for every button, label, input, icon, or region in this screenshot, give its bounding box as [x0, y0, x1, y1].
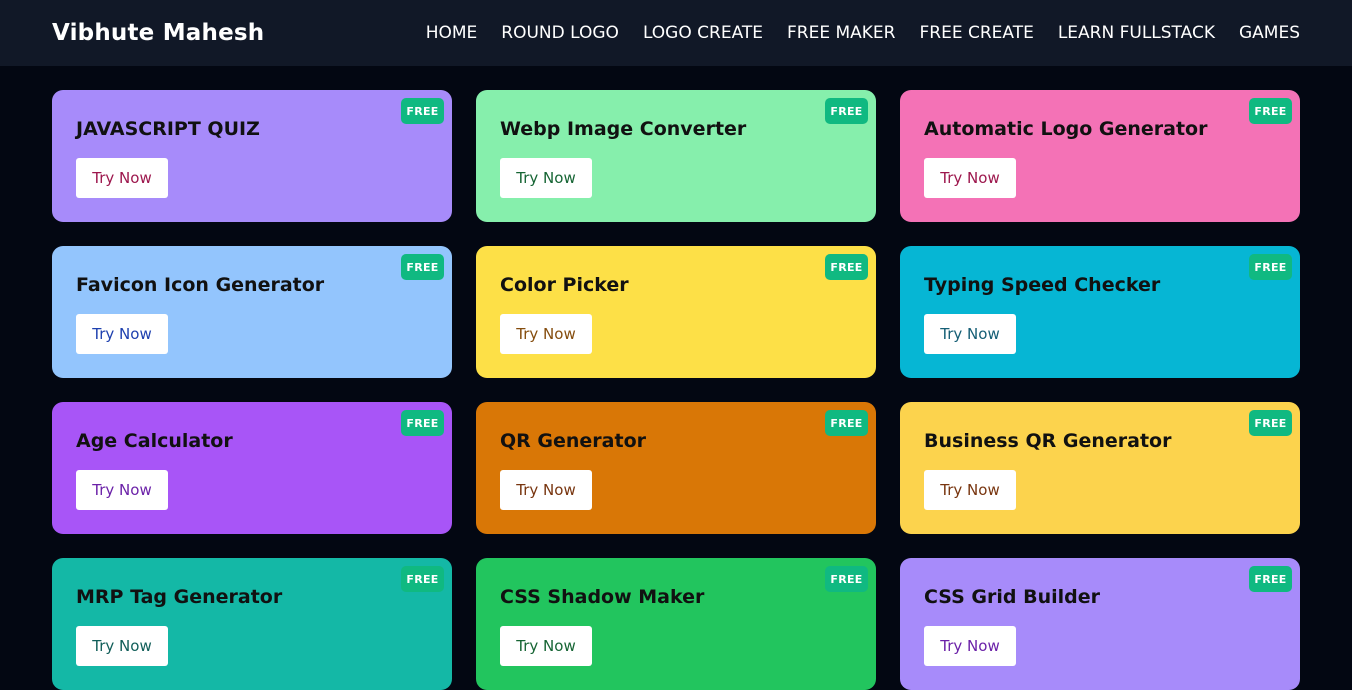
card-title: MRP Tag Generator [76, 586, 283, 608]
free-badge: FREE [825, 98, 868, 124]
nav-link-free-create[interactable]: FREE CREATE [919, 23, 1033, 43]
tool-card: FREE Webp Image Converter Try Now [476, 90, 876, 222]
free-badge: FREE [1249, 410, 1292, 436]
card-title: Business QR Generator [924, 430, 1172, 452]
free-badge: FREE [825, 566, 868, 592]
try-now-button[interactable]: Try Now [500, 158, 592, 198]
nav-link-games[interactable]: GAMES [1239, 23, 1300, 43]
free-badge: FREE [401, 410, 444, 436]
try-now-button[interactable]: Try Now [924, 626, 1016, 666]
try-now-button[interactable]: Try Now [924, 470, 1016, 510]
nav-menu: HOME ROUND LOGO LOGO CREATE FREE MAKER F… [426, 23, 1300, 43]
card-title: CSS Shadow Maker [500, 586, 705, 608]
free-badge: FREE [401, 254, 444, 280]
card-title: Webp Image Converter [500, 118, 747, 140]
free-badge: FREE [825, 254, 868, 280]
card-title: QR Generator [500, 430, 646, 452]
brand-logo[interactable]: Vibhute Mahesh [52, 20, 264, 46]
card-title: Typing Speed Checker [924, 274, 1161, 296]
free-badge: FREE [1249, 98, 1292, 124]
free-badge: FREE [401, 566, 444, 592]
tool-card: FREE CSS Grid Builder Try Now [900, 558, 1300, 690]
tool-card: FREE Typing Speed Checker Try Now [900, 246, 1300, 378]
try-now-button[interactable]: Try Now [500, 470, 592, 510]
nav-link-free-maker[interactable]: FREE MAKER [787, 23, 895, 43]
try-now-button[interactable]: Try Now [76, 626, 168, 666]
tool-card: FREE JAVASCRIPT QUIZ Try Now [52, 90, 452, 222]
free-badge: FREE [1249, 566, 1292, 592]
free-badge: FREE [1249, 254, 1292, 280]
tool-card: FREE CSS Shadow Maker Try Now [476, 558, 876, 690]
try-now-button[interactable]: Try Now [76, 314, 168, 354]
tool-card: FREE Color Picker Try Now [476, 246, 876, 378]
card-title: Color Picker [500, 274, 629, 296]
tool-card: FREE Age Calculator Try Now [52, 402, 452, 534]
try-now-button[interactable]: Try Now [924, 158, 1016, 198]
try-now-button[interactable]: Try Now [924, 314, 1016, 354]
try-now-button[interactable]: Try Now [500, 626, 592, 666]
nav-link-home[interactable]: HOME [426, 23, 478, 43]
nav-link-round-logo[interactable]: ROUND LOGO [501, 23, 619, 43]
tool-card: FREE Favicon Icon Generator Try Now [52, 246, 452, 378]
navbar: Vibhute Mahesh HOME ROUND LOGO LOGO CREA… [0, 0, 1352, 66]
free-badge: FREE [401, 98, 444, 124]
try-now-button[interactable]: Try Now [76, 470, 168, 510]
card-title: JAVASCRIPT QUIZ [76, 118, 260, 140]
card-title: CSS Grid Builder [924, 586, 1101, 608]
card-title: Automatic Logo Generator [924, 118, 1208, 140]
free-badge: FREE [825, 410, 868, 436]
nav-link-logo-create[interactable]: LOGO CREATE [643, 23, 763, 43]
card-title: Age Calculator [76, 430, 233, 452]
tool-grid: FREE JAVASCRIPT QUIZ Try Now FREE Webp I… [52, 90, 1300, 690]
nav-link-learn-fullstack[interactable]: LEARN FULLSTACK [1058, 23, 1215, 43]
tool-card: FREE MRP Tag Generator Try Now [52, 558, 452, 690]
try-now-button[interactable]: Try Now [500, 314, 592, 354]
card-title: Favicon Icon Generator [76, 274, 325, 296]
tool-card: FREE QR Generator Try Now [476, 402, 876, 534]
tool-card: FREE Business QR Generator Try Now [900, 402, 1300, 534]
tool-card: FREE Automatic Logo Generator Try Now [900, 90, 1300, 222]
try-now-button[interactable]: Try Now [76, 158, 168, 198]
